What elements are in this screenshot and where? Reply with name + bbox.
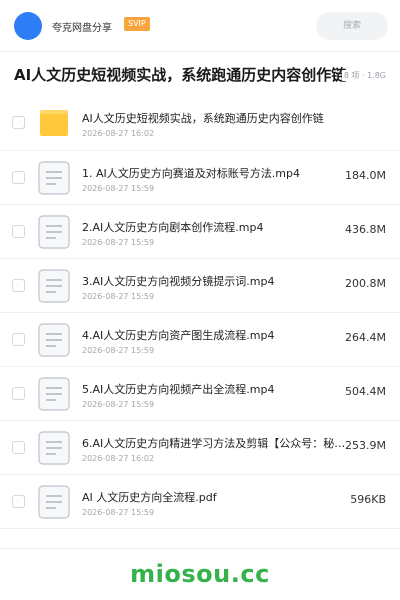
- document-icon: [38, 215, 70, 249]
- folder-icon: [40, 110, 68, 136]
- file-name: 5.AI人文历史方向视频产出全流程.mp4: [82, 383, 275, 396]
- search-button[interactable]: 搜索: [316, 12, 388, 40]
- file-name: AI人文历史短视频实战，系统跑通历史内容创作链: [82, 112, 324, 125]
- share-header: 夸克网盘分享 SVIP 搜索: [0, 0, 400, 52]
- row-checkbox[interactable]: [12, 495, 25, 508]
- file-date: 2026-08-27 15:59: [82, 346, 155, 355]
- row-checkbox[interactable]: [12, 279, 25, 292]
- file-name: 4.AI人文历史方向资产图生成流程.mp4: [82, 329, 275, 342]
- document-icon: [38, 161, 70, 195]
- file-size: 200.8M: [345, 277, 386, 290]
- row-checkbox[interactable]: [12, 171, 25, 184]
- file-date: 2026-08-27 15:59: [82, 292, 155, 301]
- file-row[interactable]: 6.AI人文历史方向精进学习方法及剪辑【公众号：秘… 2026-08-27 16…: [0, 421, 400, 475]
- row-checkbox[interactable]: [12, 116, 25, 129]
- document-icon: [38, 431, 70, 465]
- avatar[interactable]: [14, 12, 42, 40]
- row-checkbox[interactable]: [12, 441, 25, 454]
- file-name: 3.AI人文历史方向视频分镜提示词.mp4: [82, 275, 275, 288]
- row-checkbox[interactable]: [12, 225, 25, 238]
- watermark: miosou.cc: [130, 560, 270, 588]
- file-date: 2026-08-27 16:02: [82, 129, 155, 138]
- document-icon: [38, 485, 70, 519]
- svip-badge: SVIP: [124, 17, 150, 31]
- file-row[interactable]: 3.AI人文历史方向视频分镜提示词.mp4 2026-08-27 15:59 2…: [0, 259, 400, 313]
- file-row[interactable]: 5.AI人文历史方向视频产出全流程.mp4 2026-08-27 15:59 5…: [0, 367, 400, 421]
- file-size: 253.9M: [345, 439, 386, 452]
- file-size: 436.8M: [345, 223, 386, 236]
- file-name: 2.AI人文历史方向剧本创作流程.mp4: [82, 221, 264, 234]
- folder-title: AI人文历史短视频实战，系统跑通历史内容创作链: [14, 66, 347, 84]
- footer-divider: [0, 548, 400, 549]
- file-date: 2026-08-27 15:59: [82, 238, 155, 247]
- file-row[interactable]: AI 人文历史方向全流程.pdf 2026-08-27 15:59 596KB: [0, 475, 400, 529]
- file-row[interactable]: 4.AI人文历史方向资产图生成流程.mp4 2026-08-27 15:59 2…: [0, 313, 400, 367]
- file-date: 2026-08-27 15:59: [82, 508, 155, 517]
- file-date: 2026-08-27 16:02: [82, 454, 155, 463]
- file-list: AI人文历史短视频实战，系统跑通历史内容创作链 2026-08-27 16:02…: [0, 96, 400, 529]
- file-size: 596KB: [350, 493, 386, 506]
- file-size: 184.0M: [345, 169, 386, 182]
- file-date: 2026-08-27 15:59: [82, 400, 155, 409]
- file-row[interactable]: 2.AI人文历史方向剧本创作流程.mp4 2026-08-27 15:59 43…: [0, 205, 400, 259]
- file-name: AI 人文历史方向全流程.pdf: [82, 491, 217, 504]
- file-size: 264.4M: [345, 331, 386, 344]
- file-row-folder[interactable]: AI人文历史短视频实战，系统跑通历史内容创作链 2026-08-27 16:02: [0, 96, 400, 151]
- file-name: 1. AI人文历史方向赛道及对标账号方法.mp4: [82, 167, 300, 180]
- file-row[interactable]: 1. AI人文历史方向赛道及对标账号方法.mp4 2026-08-27 15:5…: [0, 151, 400, 205]
- row-checkbox[interactable]: [12, 387, 25, 400]
- file-size: 504.4M: [345, 385, 386, 398]
- document-icon: [38, 377, 70, 411]
- file-date: 2026-08-27 15:59: [82, 184, 155, 193]
- file-name: 6.AI人文历史方向精进学习方法及剪辑【公众号：秘…: [82, 437, 344, 450]
- share-name: 夸克网盘分享: [52, 23, 112, 34]
- folder-meta: 8 项 · 1.8G: [341, 70, 386, 81]
- document-icon: [38, 323, 70, 357]
- document-icon: [38, 269, 70, 303]
- row-checkbox[interactable]: [12, 333, 25, 346]
